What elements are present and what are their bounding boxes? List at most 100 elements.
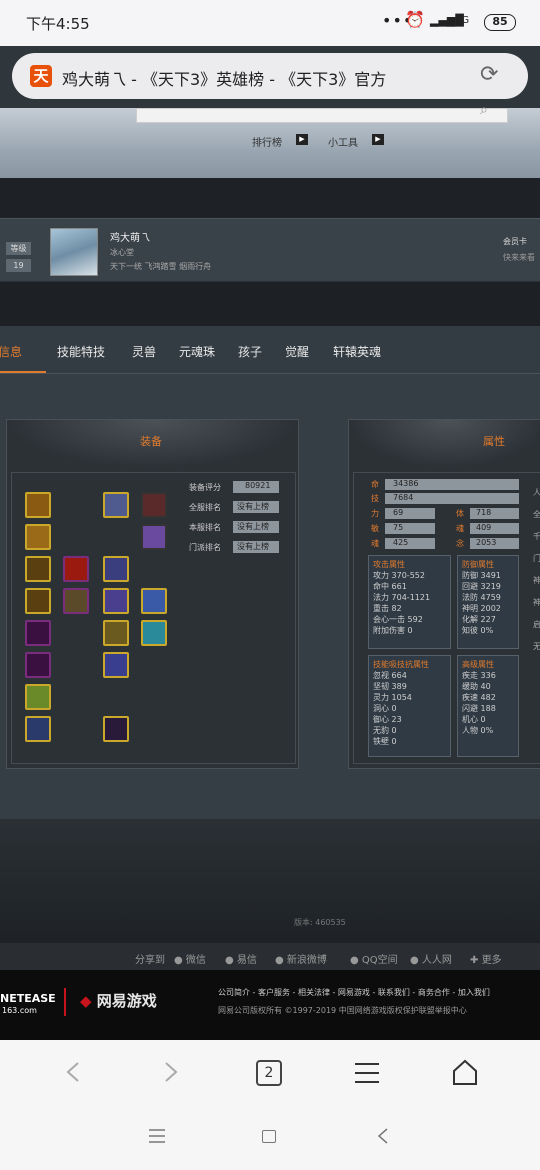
status-time: 下午4:55 (26, 15, 90, 33)
tab-pets[interactable]: 灵兽 (132, 343, 156, 360)
attack-stat: 命中 661 (373, 582, 407, 591)
equip-slot[interactable] (25, 524, 51, 550)
rank-school-value: 没有上榜 (233, 541, 279, 553)
system-menu-icon[interactable] (148, 1128, 166, 1144)
rank-school-label: 门派排名 (189, 543, 221, 552)
advanced-stat: 疾速 482 (462, 693, 496, 702)
equip-slot[interactable] (103, 556, 129, 582)
equip-slot[interactable] (25, 716, 51, 742)
equip-slot[interactable] (103, 652, 129, 678)
tab-children[interactable]: 孩子 (238, 343, 262, 360)
netease-logo-sub: 163.com (2, 1006, 37, 1015)
equipment-panel: 装备 装备评分 80921 全服排名 没有上榜 本服排名 没有上榜 门派排名 没… (6, 419, 299, 769)
member-card-label[interactable]: 会员卡 (503, 236, 527, 247)
share-more[interactable]: ✚ 更多 (470, 951, 502, 966)
stat-value: 409 (470, 523, 519, 534)
character-school: 冰心堂 (110, 248, 134, 257)
advanced-title: 高级属性 (462, 660, 494, 669)
advanced-stat: 机心 0 (462, 715, 486, 724)
defense-stat: 神明 2002 (462, 604, 501, 613)
netease-logo[interactable]: NETEASE (0, 992, 56, 1005)
attack-stat: 会心一击 592 (373, 615, 423, 624)
rank-server-label: 本服排名 (189, 523, 221, 532)
address-bar[interactable]: 天 鸡大萌乁 - 《天下3》英雄榜 - 《天下3》官方 ⟳ (12, 53, 528, 99)
special-stat: 无豹 0 (373, 726, 397, 735)
equip-slot[interactable] (25, 556, 51, 582)
site-footer: NETEASE 163.com ◆ 网易游戏 公司简介 - 客户服务 - 相关法… (0, 970, 540, 1040)
forward-icon[interactable] (158, 1060, 182, 1084)
character-profile: 等级 19 鸡大萌乁 冰心堂 天下一统 飞鸿踏雪 烟雨行舟 会员卡 快来来看 (0, 218, 540, 282)
footer-links[interactable]: 公司简介 - 客户服务 - 相关法律 - 网易游戏 - 联系我们 - 商务合作 … (218, 987, 540, 999)
equip-slot[interactable] (141, 492, 167, 518)
tabs-count-button[interactable]: 2 (256, 1060, 282, 1086)
share-bar: 分享到 ● 微信 ● 易信 ● 新浪微博 ● QQ空间 ● 人人网 ✚ 更多 (0, 943, 540, 970)
equip-slot[interactable] (141, 620, 167, 646)
netease-games-logo[interactable]: ◆ 网易游戏 (80, 990, 157, 1011)
play-icon[interactable]: ▶ (296, 134, 308, 145)
equip-slot[interactable] (141, 588, 167, 614)
character-name: 鸡大萌乁 (110, 233, 150, 244)
nav-rank-link[interactable]: 排行榜 (252, 134, 282, 149)
attack-stat: 法力 704-1121 (373, 593, 431, 602)
tab-info[interactable]: 信息 (0, 343, 22, 360)
stat-value: 425 (385, 538, 435, 549)
reload-icon[interactable]: ⟳ (480, 62, 498, 87)
member-card-sub: 快来来看 (503, 253, 535, 262)
equip-slot[interactable] (25, 684, 51, 710)
avatar (50, 228, 98, 276)
equip-slot[interactable] (25, 492, 51, 518)
skill-key: 技 (371, 494, 379, 503)
special-stat: 忽视 664 (373, 671, 407, 680)
equip-slot[interactable] (63, 556, 89, 582)
search-icon[interactable]: ⌕ (480, 102, 488, 118)
tab-xuanyuan[interactable]: 轩辕英魂 (333, 343, 381, 360)
share-yixin-label: 易信 (236, 955, 257, 966)
share-yixin[interactable]: ● 易信 (225, 951, 257, 966)
defense-stat: 法防 4759 (462, 593, 501, 602)
attack-stat: 附加伤害 0 (373, 626, 413, 635)
share-weibo[interactable]: ● 新浪微博 (275, 951, 327, 966)
special-stat: 灵力 1054 (373, 693, 412, 702)
equip-slot[interactable] (103, 620, 129, 646)
dark-band (0, 178, 540, 218)
back-icon[interactable] (62, 1060, 86, 1084)
system-back-icon[interactable] (376, 1128, 390, 1144)
tab-soul-beads[interactable]: 元魂珠 (179, 343, 215, 360)
side-column: 人 全 千 门 神 神 启 无 (533, 482, 540, 658)
share-qzone-label: QQ空间 (361, 955, 398, 966)
status-bar: 下午4:55 ••• ⏰ ▂▄▆█ 4G 85 (0, 0, 540, 46)
dark-band-2 (0, 282, 540, 326)
special-stat: 坚韧 389 (373, 682, 407, 691)
hero-banner: ⌕ 排行榜 ▶ 小工具 ▶ (0, 102, 540, 178)
share-label: 分享到 (135, 955, 165, 966)
play-icon[interactable]: ▶ (372, 134, 384, 145)
site-search-input[interactable] (136, 108, 508, 123)
equip-slot[interactable] (103, 492, 129, 518)
share-qzone[interactable]: ● QQ空间 (350, 951, 398, 966)
menu-icon[interactable] (353, 1061, 381, 1085)
stat-key: 魂 (371, 539, 379, 548)
equip-slot[interactable] (103, 716, 129, 742)
tab-awakening[interactable]: 觉醒 (285, 343, 309, 360)
share-renren-label: 人人网 (421, 955, 452, 966)
home-icon[interactable] (451, 1058, 479, 1086)
equip-slot[interactable] (141, 524, 167, 550)
equip-slot[interactable] (25, 588, 51, 614)
system-home-icon[interactable] (262, 1130, 276, 1143)
attack-title: 攻击属性 (373, 560, 405, 569)
side-item: 全 (533, 510, 540, 519)
share-weibo-label: 新浪微博 (286, 955, 327, 966)
advanced-box: 高级属性 疾走 336 缓助 40 疾速 482 闪避 188 机心 0 人物 … (457, 655, 519, 757)
nav-tools-link[interactable]: 小工具 (328, 134, 358, 149)
tab-skills[interactable]: 技能特技 (57, 343, 105, 360)
stat-key: 魂 (456, 524, 464, 533)
equip-slot[interactable] (25, 652, 51, 678)
level-label: 等级 (6, 242, 31, 255)
special-title: 技能吸技抗属性 (373, 660, 429, 669)
equip-slot[interactable] (103, 588, 129, 614)
share-wechat[interactable]: ● 微信 (174, 951, 206, 966)
content-area: 装备 装备评分 80921 全服排名 没有上榜 本服排名 没有上榜 门派排名 没… (0, 374, 540, 819)
equip-slot[interactable] (25, 620, 51, 646)
share-renren[interactable]: ● 人人网 (410, 951, 452, 966)
equip-slot[interactable] (63, 588, 89, 614)
